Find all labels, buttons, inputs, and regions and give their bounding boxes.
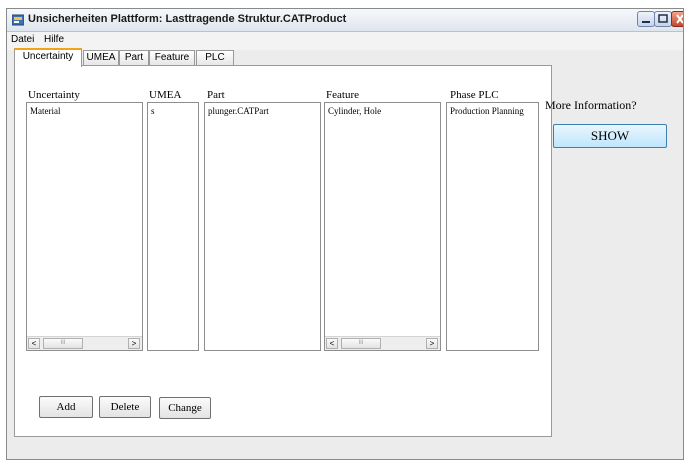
umea-listbox[interactable]: s <box>147 102 199 351</box>
maximize-button[interactable] <box>654 11 672 27</box>
umea-column-label: UMEA <box>149 89 182 101</box>
list-item[interactable]: s <box>151 106 155 116</box>
more-information-label: More Information? <box>545 98 637 112</box>
close-icon <box>676 14 683 24</box>
phase-plc-listbox[interactable]: Production Planning <box>446 102 539 351</box>
uncertainty-column-label: Uncertainty <box>28 89 80 101</box>
minimize-button[interactable] <box>637 11 655 27</box>
list-item[interactable]: Material <box>30 106 61 116</box>
change-button[interactable]: Change <box>159 397 211 419</box>
scroll-left-button[interactable]: < <box>326 338 338 349</box>
part-listbox[interactable]: plunger.CATPart <box>204 102 321 351</box>
list-item[interactable]: plunger.CATPart <box>208 106 269 116</box>
uncertainty-tab-panel: Uncertainty UMEA Part Feature Phase PLC … <box>14 65 552 437</box>
maximize-icon <box>658 14 668 23</box>
scroll-right-button[interactable]: > <box>426 338 438 349</box>
show-button[interactable]: SHOW <box>553 124 667 148</box>
delete-button[interactable]: Delete <box>99 396 151 418</box>
tab-uncertainty[interactable]: Uncertainty <box>14 48 82 67</box>
uncertainty-listbox[interactable]: Material < III > <box>26 102 143 351</box>
close-button[interactable] <box>671 11 683 27</box>
scroll-right-button[interactable]: > <box>128 338 140 349</box>
list-item[interactable]: Production Planning <box>450 106 524 116</box>
tab-part[interactable]: Part <box>119 50 149 65</box>
part-column-label: Part <box>207 89 225 101</box>
scroll-thumb[interactable]: III <box>43 338 83 349</box>
feature-hscrollbar[interactable]: < III > <box>325 336 440 350</box>
scroll-thumb[interactable]: III <box>341 338 381 349</box>
uncertainty-hscrollbar[interactable]: < III > <box>27 336 142 350</box>
app-icon <box>12 14 24 26</box>
list-item[interactable]: Cylinder, Hole <box>328 106 381 116</box>
menu-bar: Datei Hilfe <box>7 32 683 50</box>
phase-plc-column-label: Phase PLC <box>450 89 499 101</box>
menu-hilfe[interactable]: Hilfe <box>44 34 64 45</box>
add-button[interactable]: Add <box>39 396 93 418</box>
tab-feature[interactable]: Feature <box>149 50 195 65</box>
tab-umea[interactable]: UMEA <box>83 50 119 65</box>
minimize-icon <box>642 21 650 23</box>
window-title: Unsicherheiten Plattform: Lasttragende S… <box>28 13 347 25</box>
title-bar[interactable]: Unsicherheiten Plattform: Lasttragende S… <box>7 9 683 32</box>
feature-listbox[interactable]: Cylinder, Hole < III > <box>324 102 441 351</box>
scroll-left-button[interactable]: < <box>28 338 40 349</box>
feature-column-label: Feature <box>326 89 359 101</box>
tab-plc[interactable]: PLC <box>196 50 234 65</box>
menu-datei[interactable]: Datei <box>11 34 34 45</box>
